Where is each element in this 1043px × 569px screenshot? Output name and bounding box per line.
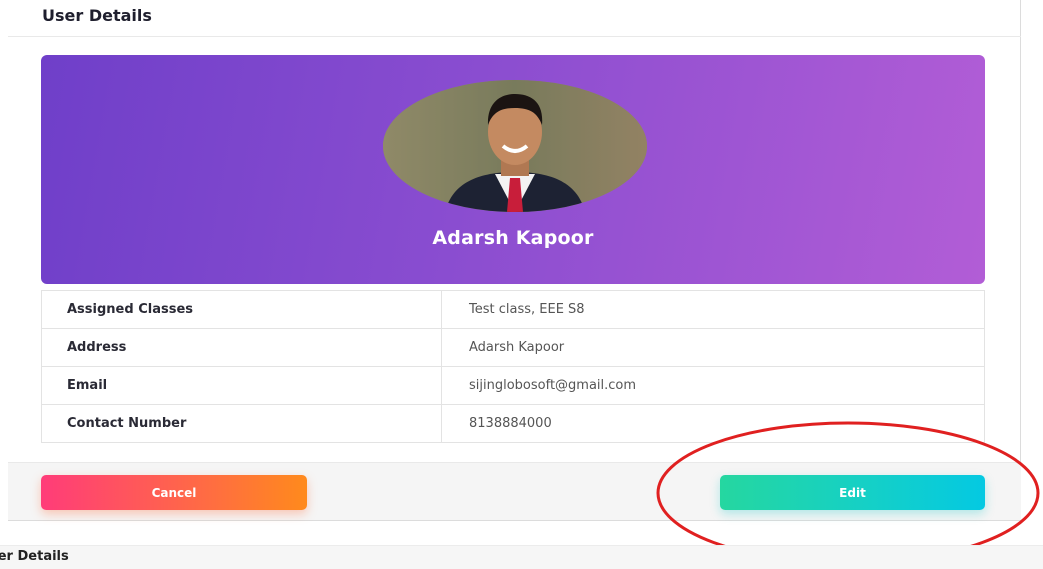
background-page-title: ser Details bbox=[0, 549, 69, 564]
table-row: Assigned Classes Test class, EEE S8 bbox=[41, 290, 985, 329]
edit-button[interactable]: Edit bbox=[720, 475, 985, 510]
address-label: Address bbox=[41, 328, 442, 367]
assigned-classes-label: Assigned Classes bbox=[41, 290, 442, 329]
table-row: Email sijinglobosoft@gmail.com bbox=[41, 366, 985, 405]
avatar-photo bbox=[383, 80, 647, 212]
user-details-modal: User Details Adarsh Kapoor Assigned Clas… bbox=[8, 0, 1021, 521]
email-value: sijinglobosoft@gmail.com bbox=[441, 366, 985, 405]
table-row: Address Adarsh Kapoor bbox=[41, 328, 985, 367]
contact-number-label: Contact Number bbox=[41, 404, 442, 443]
user-details-table: Assigned Classes Test class, EEE S8 Addr… bbox=[41, 290, 985, 443]
table-row: Contact Number 8138884000 bbox=[41, 404, 985, 443]
address-value: Adarsh Kapoor bbox=[441, 328, 985, 367]
profile-avatar bbox=[383, 80, 647, 212]
modal-footer: Cancel Edit bbox=[8, 462, 1021, 520]
profile-card: Adarsh Kapoor bbox=[41, 55, 985, 284]
header-divider bbox=[8, 36, 1021, 37]
email-label: Email bbox=[41, 366, 442, 405]
assigned-classes-value: Test class, EEE S8 bbox=[441, 290, 985, 329]
cancel-button[interactable]: Cancel bbox=[41, 475, 307, 510]
contact-number-value: 8138884000 bbox=[441, 404, 985, 443]
background-page-header: ser Details bbox=[0, 545, 1043, 569]
modal-title: User Details bbox=[42, 6, 152, 25]
profile-name: Adarsh Kapoor bbox=[432, 227, 594, 249]
